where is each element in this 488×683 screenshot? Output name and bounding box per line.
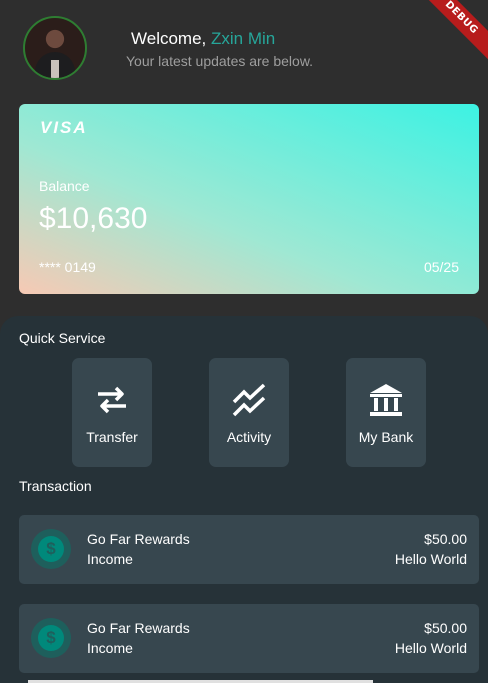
transfer-button[interactable]: Transfer — [72, 358, 152, 467]
swap-arrows-icon — [98, 386, 126, 414]
transaction-type: Income — [87, 640, 133, 656]
user-name: Zxin Min — [211, 29, 276, 48]
visa-card[interactable]: VISA Balance $10,630 **** 0149 05/25 — [19, 104, 479, 294]
transaction-type: Income — [87, 551, 133, 567]
transaction-row[interactable]: $ Go Far Rewards Income $50.00 Hello Wor… — [19, 515, 479, 584]
welcome-text: Welcome, Zxin Min — [131, 29, 275, 49]
activity-button[interactable]: Activity — [209, 358, 289, 467]
transaction-title-text: Go Far Rewards — [87, 620, 190, 636]
transaction-note: Hello World — [394, 551, 467, 567]
quick-service-title: Quick Service — [19, 330, 106, 346]
transaction-amount: $50.00 — [424, 620, 467, 636]
avatar-shirt — [51, 60, 59, 78]
dollar-coin-icon: $ — [31, 618, 71, 658]
balance-label: Balance — [39, 178, 90, 194]
avatar[interactable] — [23, 16, 87, 80]
transaction-row[interactable]: $ Go Far Rewards Income $50.00 Hello Wor… — [19, 604, 479, 673]
dollar-coin-icon: $ — [31, 529, 71, 569]
transaction-title-text: Go Far Rewards — [87, 531, 190, 547]
welcome-prefix: Welcome, — [131, 29, 207, 48]
balance-value: $10,630 — [39, 202, 148, 235]
my-bank-label: My Bank — [358, 429, 414, 445]
header-subtitle: Your latest updates are below. — [126, 53, 314, 69]
card-number: **** 0149 — [39, 259, 96, 275]
activity-label: Activity — [226, 429, 272, 445]
transaction-amount: $50.00 — [424, 531, 467, 547]
transaction-title: Transaction — [19, 478, 92, 494]
transaction-note: Hello World — [394, 640, 467, 656]
activity-chart-icon — [232, 383, 266, 417]
card-brand: VISA — [40, 118, 88, 137]
header: Welcome, Zxin Min Your latest updates ar… — [23, 16, 488, 80]
my-bank-button[interactable]: My Bank — [346, 358, 426, 467]
card-expiry: 05/25 — [423, 259, 459, 275]
transfer-label: Transfer — [86, 429, 138, 445]
bank-icon — [370, 384, 402, 416]
